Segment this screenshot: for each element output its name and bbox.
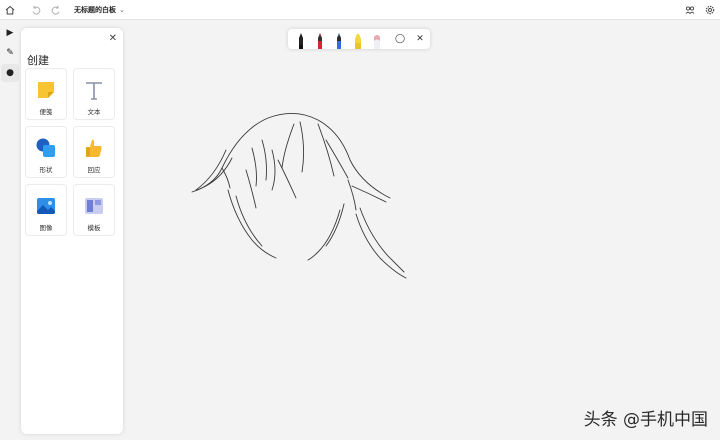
template-icon bbox=[83, 195, 105, 217]
create-panel: ✕ 创建 便笺 文本 形状 回应 图像 模板 bbox=[21, 28, 123, 434]
create-text[interactable]: 文本 bbox=[73, 68, 115, 120]
lasso-icon[interactable]: ◯ bbox=[390, 29, 410, 49]
card-label: 模板 bbox=[87, 224, 101, 232]
create-shape[interactable]: 形状 bbox=[25, 126, 67, 178]
card-label: 便笺 bbox=[39, 108, 53, 116]
watermark: 头条 @手机中国 bbox=[583, 410, 708, 430]
panel-title: 创建 bbox=[27, 54, 49, 67]
close-icon[interactable]: ✕ bbox=[109, 33, 117, 44]
highlighter-icon[interactable] bbox=[348, 29, 367, 49]
text-icon bbox=[83, 79, 105, 101]
chevron-down-icon[interactable]: ⌄ bbox=[119, 6, 125, 14]
board-title[interactable]: 无标题的白板 bbox=[74, 5, 116, 15]
home-icon[interactable] bbox=[0, 0, 20, 20]
card-label: 图像 bbox=[39, 224, 53, 232]
image-icon bbox=[35, 195, 57, 217]
cursor-icon[interactable]: ▶ bbox=[1, 24, 19, 42]
gear-icon[interactable] bbox=[700, 0, 720, 20]
plus-circle-icon[interactable]: ● bbox=[1, 64, 19, 82]
pen-red-icon[interactable] bbox=[310, 29, 329, 49]
create-image[interactable]: 图像 bbox=[25, 184, 67, 236]
tool-rail: ▶ ✎ ● bbox=[0, 22, 20, 440]
close-icon[interactable]: ✕ bbox=[410, 29, 430, 49]
shapes-icon bbox=[35, 137, 57, 159]
pen-black-icon[interactable] bbox=[291, 29, 310, 49]
reaction-icon bbox=[83, 137, 105, 159]
create-sticky-note[interactable]: 便笺 bbox=[25, 68, 67, 120]
share-icon[interactable] bbox=[680, 0, 700, 20]
create-template[interactable]: 模板 bbox=[73, 184, 115, 236]
undo-icon[interactable] bbox=[26, 0, 46, 20]
card-label: 形状 bbox=[39, 166, 53, 174]
redo-icon[interactable] bbox=[46, 0, 66, 20]
card-label: 文本 bbox=[87, 108, 101, 116]
eraser-icon[interactable] bbox=[367, 29, 386, 49]
sticky-note-icon bbox=[35, 79, 57, 101]
top-bar: 无标题的白板 ⌄ bbox=[0, 0, 720, 20]
card-label: 回应 bbox=[87, 166, 101, 174]
pen-toolbar: ◯ ✕ bbox=[288, 29, 430, 49]
pen-blue-icon[interactable] bbox=[329, 29, 348, 49]
pen-icon[interactable]: ✎ bbox=[1, 44, 19, 62]
create-reaction[interactable]: 回应 bbox=[73, 126, 115, 178]
